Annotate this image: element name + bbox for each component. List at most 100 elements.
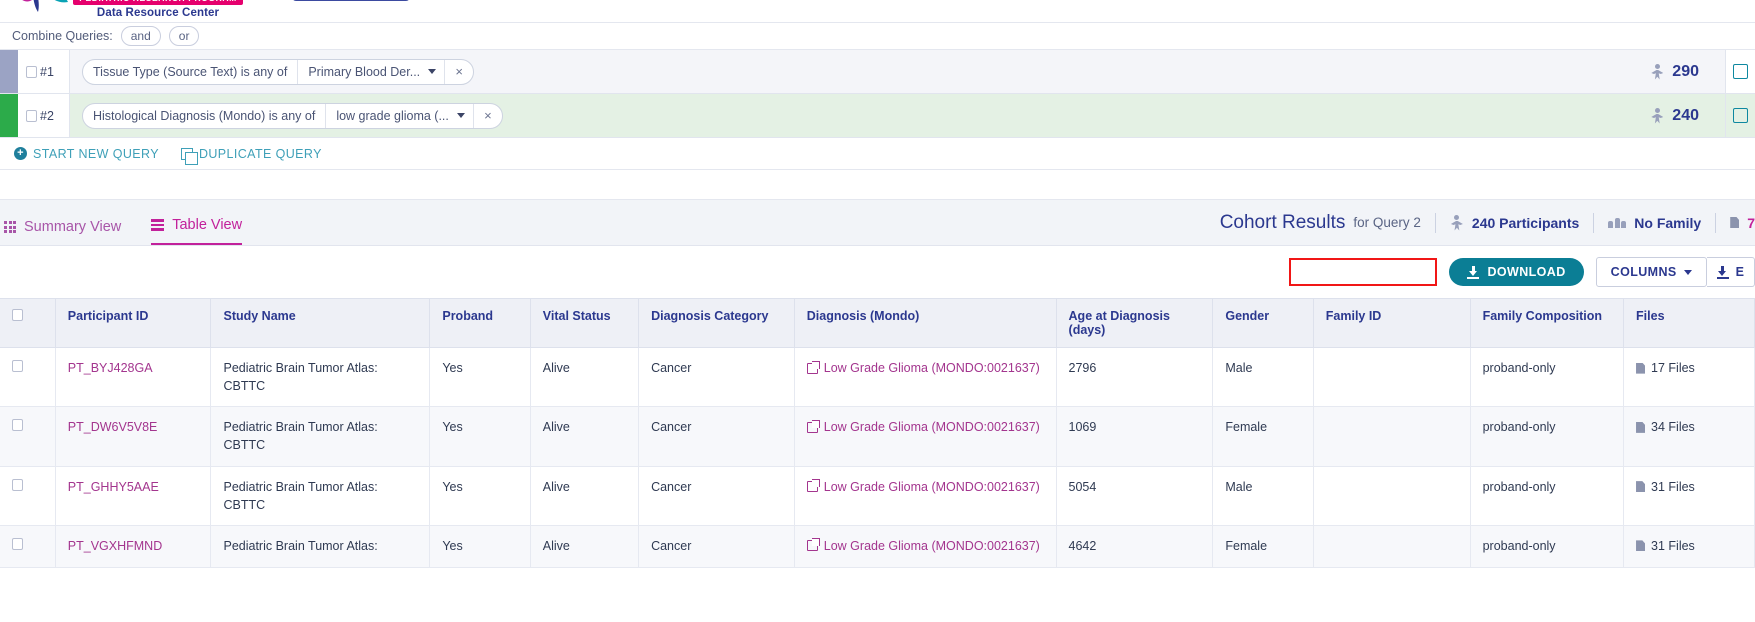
- logic-or-button[interactable]: or: [168, 26, 200, 46]
- export-button[interactable]: E: [1706, 257, 1755, 287]
- col-study-name[interactable]: Study Name: [210, 298, 431, 348]
- participant-id-link[interactable]: PT_BYJ428GA: [68, 361, 153, 375]
- row-select-cell[interactable]: [0, 466, 56, 526]
- query-remove-button[interactable]: ×: [445, 60, 473, 84]
- family-icon: [1608, 217, 1627, 228]
- mondo-link[interactable]: Low Grade Glioma (MONDO:0021637): [806, 418, 1040, 436]
- col-files[interactable]: Files: [1623, 298, 1755, 348]
- top-nav-pill[interactable]: [292, 0, 410, 1]
- results-table: Participant ID Study Name Proband Vital …: [0, 298, 1755, 569]
- row-select-cell[interactable]: [0, 525, 56, 569]
- files-link[interactable]: 31 Files: [1636, 478, 1695, 496]
- tab-summary-view[interactable]: Summary View: [4, 219, 121, 245]
- files-count: 7: [1730, 215, 1755, 231]
- cell-gender: Female: [1212, 406, 1314, 467]
- mondo-label: Low Grade Glioma (MONDO:0021637): [823, 538, 1040, 553]
- mondo-link[interactable]: Low Grade Glioma (MONDO:0021637): [806, 359, 1040, 377]
- query-row-1[interactable]: #1 Tissue Type (Source Text) is any of P…: [0, 50, 1755, 94]
- cell-diagnosis-mondo[interactable]: Low Grade Glioma (MONDO:0021637): [794, 525, 1057, 569]
- cell-files[interactable]: 31 Files: [1623, 525, 1755, 569]
- query-body-2: Histological Diagnosis (Mondo) is any of…: [70, 94, 1650, 137]
- query-row-action-1[interactable]: [1725, 50, 1755, 93]
- grid-icon: [4, 221, 16, 233]
- query-value-dropdown[interactable]: low grade glioma (...: [326, 103, 474, 128]
- col-vital-status[interactable]: Vital Status: [530, 298, 640, 348]
- files-label: 17 Files: [1651, 361, 1695, 375]
- select-all-header[interactable]: [0, 298, 56, 348]
- cell-proband: Yes: [429, 466, 531, 526]
- files-link[interactable]: 17 Files: [1636, 359, 1695, 377]
- divider: [1715, 212, 1717, 233]
- col-diagnosis-category[interactable]: Diagnosis Category: [638, 298, 795, 348]
- logic-and-button[interactable]: and: [120, 26, 161, 46]
- col-proband[interactable]: Proband: [429, 298, 531, 348]
- col-family-composition[interactable]: Family Composition: [1470, 298, 1625, 348]
- cell-participant-id[interactable]: PT_BYJ428GA: [55, 347, 212, 408]
- download-button[interactable]: DOWNLOAD: [1449, 258, 1584, 286]
- mondo-label: Low Grade Glioma (MONDO:0021637): [823, 479, 1040, 494]
- row-checkbox[interactable]: [12, 419, 23, 432]
- duplicate-query-button[interactable]: DUPLICATE QUERY: [180, 147, 322, 165]
- tab-summary-view-label: Summary View: [24, 219, 122, 235]
- row-checkbox[interactable]: [12, 537, 23, 550]
- files-link[interactable]: 34 Files: [1636, 418, 1695, 436]
- participant-id-link[interactable]: PT_GHHY5AAE: [68, 480, 159, 494]
- participant-id-link[interactable]: PT_DW6V5V8E: [68, 420, 158, 434]
- table-row[interactable]: PT_BYJ428GA Pediatric Brain Tumor Atlas:…: [0, 347, 1755, 408]
- copy-icon: [180, 147, 198, 165]
- columns-button[interactable]: COLUMNS: [1595, 257, 1707, 287]
- combine-queries-label: Combine Queries:: [12, 29, 113, 43]
- query-value-dropdown[interactable]: Primary Blood Der...: [298, 59, 446, 84]
- row-checkbox[interactable]: [12, 478, 23, 491]
- cell-diagnosis-mondo[interactable]: Low Grade Glioma (MONDO:0021637): [794, 466, 1057, 526]
- cell-files[interactable]: 34 Files: [1623, 406, 1755, 467]
- query-actions-bar: + START NEW QUERY DUPLICATE QUERY: [0, 138, 1755, 170]
- select-all-checkbox[interactable]: [12, 309, 23, 321]
- plus-icon: +: [14, 147, 27, 160]
- chevron-down-icon: [1683, 269, 1692, 275]
- mondo-link[interactable]: Low Grade Glioma (MONDO:0021637): [806, 537, 1040, 555]
- query-checkbox[interactable]: [26, 109, 37, 122]
- table-row[interactable]: PT_GHHY5AAE Pediatric Brain Tumor Atlas:…: [0, 466, 1755, 526]
- tab-table-view[interactable]: Table View: [151, 217, 243, 245]
- cell-diagnosis-mondo[interactable]: Low Grade Glioma (MONDO:0021637): [794, 347, 1057, 408]
- files-link[interactable]: 31 Files: [1636, 537, 1695, 555]
- cell-files[interactable]: 31 Files: [1623, 466, 1755, 526]
- cell-files[interactable]: 17 Files: [1623, 347, 1755, 408]
- query-color-bar: [0, 50, 18, 93]
- query-row-2[interactable]: #2 Histological Diagnosis (Mondo) is any…: [0, 94, 1755, 138]
- save-query-icon: [1733, 64, 1748, 79]
- table-body: PT_BYJ428GA Pediatric Brain Tumor Atlas:…: [0, 347, 1755, 569]
- col-age-at-diagnosis[interactable]: Age at Diagnosis (days): [1056, 298, 1214, 348]
- col-participant-id[interactable]: Participant ID: [55, 298, 212, 348]
- col-family-id[interactable]: Family ID: [1313, 298, 1471, 348]
- family-count: No Family: [1608, 215, 1701, 231]
- col-diagnosis-mondo[interactable]: Diagnosis (Mondo): [794, 298, 1057, 348]
- table-row[interactable]: PT_DW6V5V8E Pediatric Brain Tumor Atlas:…: [0, 406, 1755, 467]
- external-link-icon: [806, 360, 820, 374]
- cell-participant-id[interactable]: PT_DW6V5V8E: [55, 406, 212, 467]
- query-row-action-2[interactable]: [1725, 94, 1755, 137]
- row-select-cell[interactable]: [0, 347, 56, 408]
- cell-gender: Male: [1212, 466, 1314, 526]
- results-title: Cohort Results: [1219, 211, 1346, 233]
- query-checkbox[interactable]: [26, 65, 37, 78]
- cell-diagnosis-mondo[interactable]: Low Grade Glioma (MONDO:0021637): [794, 406, 1057, 467]
- cell-participant-id[interactable]: PT_VGXHFMND: [55, 525, 212, 569]
- query-index-label: #1: [40, 64, 54, 79]
- row-checkbox[interactable]: [12, 360, 23, 372]
- query-pill-2: Histological Diagnosis (Mondo) is any of…: [82, 102, 503, 129]
- query-remove-button[interactable]: ×: [474, 104, 502, 128]
- cell-proband: Yes: [429, 525, 531, 569]
- mondo-link[interactable]: Low Grade Glioma (MONDO:0021637): [806, 478, 1040, 496]
- columns-button-label: COLUMNS: [1610, 265, 1677, 279]
- col-gender[interactable]: Gender: [1212, 298, 1314, 348]
- participant-id-link[interactable]: PT_VGXHFMND: [68, 539, 162, 553]
- table-row[interactable]: PT_VGXHFMND Pediatric Brain Tumor Atlas:…: [0, 525, 1755, 569]
- start-new-query-button[interactable]: + START NEW QUERY: [14, 147, 159, 161]
- query-index-2[interactable]: #2: [18, 94, 70, 137]
- cell-participant-id[interactable]: PT_GHHY5AAE: [55, 466, 212, 526]
- query-index-1[interactable]: #1: [18, 50, 70, 93]
- row-select-cell[interactable]: [0, 406, 56, 467]
- cell-vital-status: Alive: [530, 525, 640, 569]
